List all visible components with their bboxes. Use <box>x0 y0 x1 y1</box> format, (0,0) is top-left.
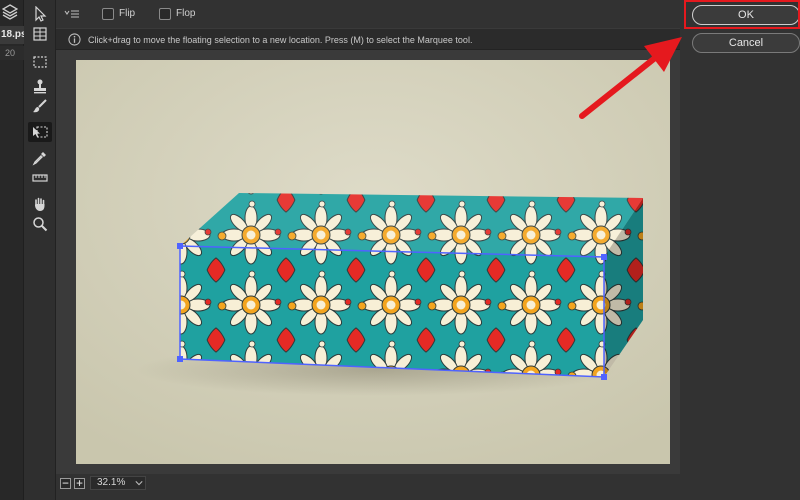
stamp-tool-icon[interactable] <box>28 76 52 96</box>
ok-button[interactable]: OK <box>692 5 800 25</box>
flop-label: Flop <box>176 8 196 19</box>
flip-checkbox[interactable] <box>102 8 114 20</box>
eyedropper-tool-icon[interactable] <box>28 148 52 168</box>
brush-tool-icon[interactable] <box>28 96 52 116</box>
tool-options-menu-icon[interactable] <box>64 7 80 21</box>
ruler-readout: 20 <box>0 46 24 60</box>
cancel-button[interactable]: Cancel <box>692 33 800 53</box>
document-tab[interactable]: 18.psd <box>0 26 24 44</box>
canvas-area <box>56 50 680 474</box>
grid-tool-icon[interactable] <box>28 24 52 44</box>
tools-panel <box>24 0 56 500</box>
chevron-down-icon[interactable] <box>132 476 146 490</box>
flip-label: Flip <box>119 8 136 19</box>
flop-checkbox[interactable] <box>159 8 171 20</box>
options-bar: Flip Flop <box>56 0 680 28</box>
zoom-out-button[interactable] <box>60 478 71 489</box>
canvas-image[interactable] <box>76 60 670 464</box>
zoom-in-button[interactable] <box>74 478 85 489</box>
info-icon <box>68 33 81 46</box>
info-bar: Click+drag to move the floating selectio… <box>56 28 680 50</box>
selection-move-tool-icon[interactable] <box>28 122 52 142</box>
move-tool-icon[interactable] <box>28 4 52 24</box>
marquee-tool-icon[interactable] <box>28 52 52 72</box>
info-message: Click+drag to move the floating selectio… <box>88 35 473 45</box>
status-bar: 32.1% <box>56 474 680 500</box>
ruler-tool-icon[interactable] <box>28 168 52 188</box>
document-strip <box>0 0 24 500</box>
layers-icon[interactable] <box>2 4 18 20</box>
zoom-tool-icon[interactable] <box>28 214 52 234</box>
hand-tool-icon[interactable] <box>28 194 52 214</box>
dialog-actions: OK Cancel <box>680 0 800 500</box>
